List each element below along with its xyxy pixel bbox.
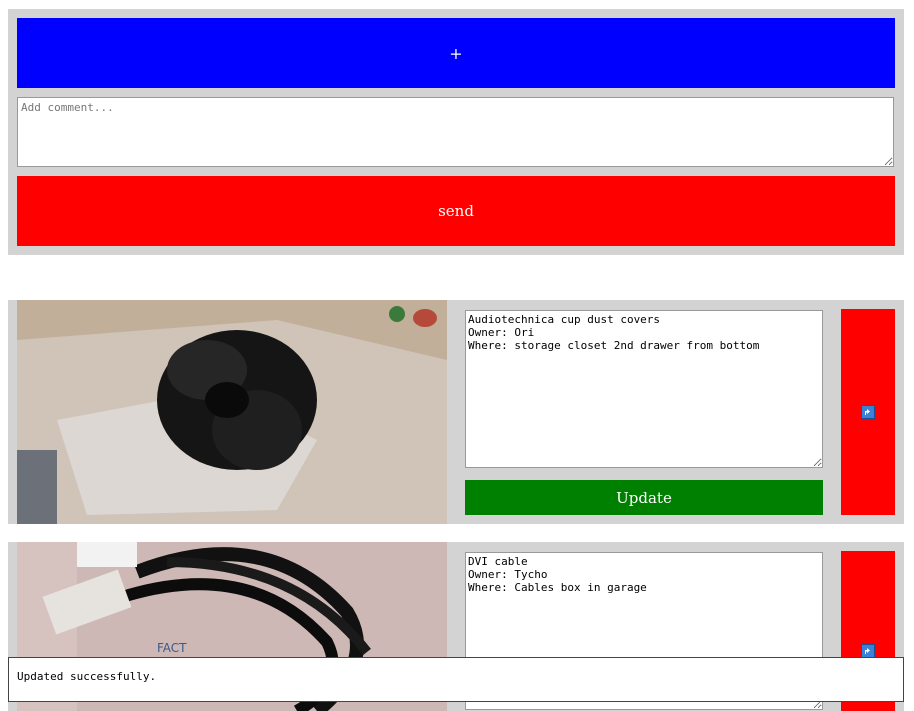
share-icon: [861, 405, 875, 419]
item-photo: [17, 300, 447, 524]
status-toast: Updated successfully.: [8, 657, 904, 702]
send-button[interactable]: send: [17, 176, 895, 246]
share-button[interactable]: [841, 309, 895, 515]
comment-input[interactable]: [17, 97, 894, 167]
add-item-button[interactable]: +: [17, 18, 895, 88]
composer-panel: + send: [8, 9, 904, 255]
inventory-item: Audiotechnica cup dust covers Owner: Ori…: [8, 300, 904, 524]
svg-text:FACT: FACT: [157, 641, 187, 655]
update-button[interactable]: Update: [465, 480, 823, 515]
share-icon: [861, 644, 875, 658]
item-description[interactable]: Audiotechnica cup dust covers Owner: Ori…: [465, 310, 823, 468]
